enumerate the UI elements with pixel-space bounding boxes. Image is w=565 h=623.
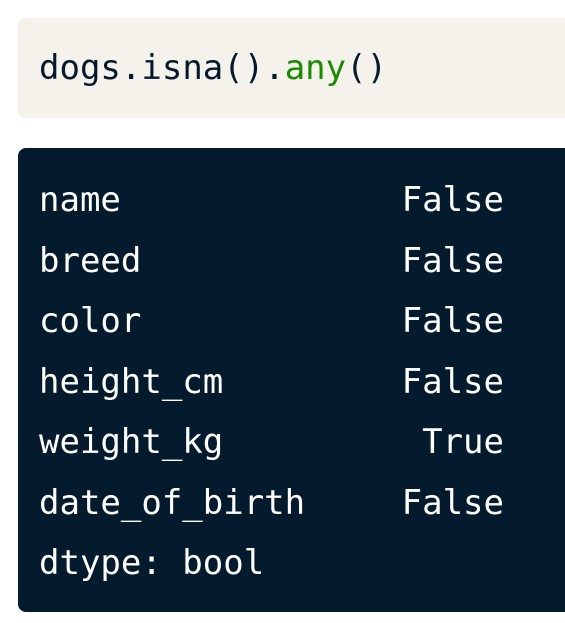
code-dot: . <box>120 48 142 88</box>
code-function-any: any <box>284 48 347 88</box>
output-row-name: date_of_birth <box>39 482 306 523</box>
output-row: weight_kg True <box>39 412 565 473</box>
code-call-parens: () <box>223 48 265 88</box>
output-row-name: name <box>39 180 121 221</box>
code-object: dogs <box>39 48 121 88</box>
output-row: name False <box>39 170 565 231</box>
output-row-name: color <box>39 301 142 342</box>
output-row-name: weight_kg <box>39 422 224 463</box>
output-dtype: dtype: bool <box>39 543 265 584</box>
output-row-value: False <box>401 361 504 402</box>
output-row-value: False <box>401 482 504 523</box>
code-call-parens: () <box>346 48 388 88</box>
code-cell[interactable]: dogs. isna(). any() <box>18 18 565 118</box>
output-row-name: height_cm <box>39 361 224 402</box>
notebook-page: dogs. isna(). any() name False breed False… <box>0 0 565 623</box>
output-row: breed False <box>39 231 565 292</box>
output-row-value: True <box>422 422 504 463</box>
output-row-value: False <box>401 240 504 281</box>
output-row-value: False <box>401 301 504 342</box>
code-method: isna <box>141 48 224 88</box>
output-cell: name False breed False color False heigh… <box>18 148 565 612</box>
output-row: date_of_birth False <box>39 473 565 534</box>
output-row-value: False <box>401 180 504 221</box>
output-row: color False <box>39 291 565 352</box>
output-dtype-row: dtype: bool <box>39 533 565 594</box>
output-row-name: breed <box>39 240 142 281</box>
code-dot: . <box>264 48 285 88</box>
output-row: height_cm False <box>39 352 565 413</box>
